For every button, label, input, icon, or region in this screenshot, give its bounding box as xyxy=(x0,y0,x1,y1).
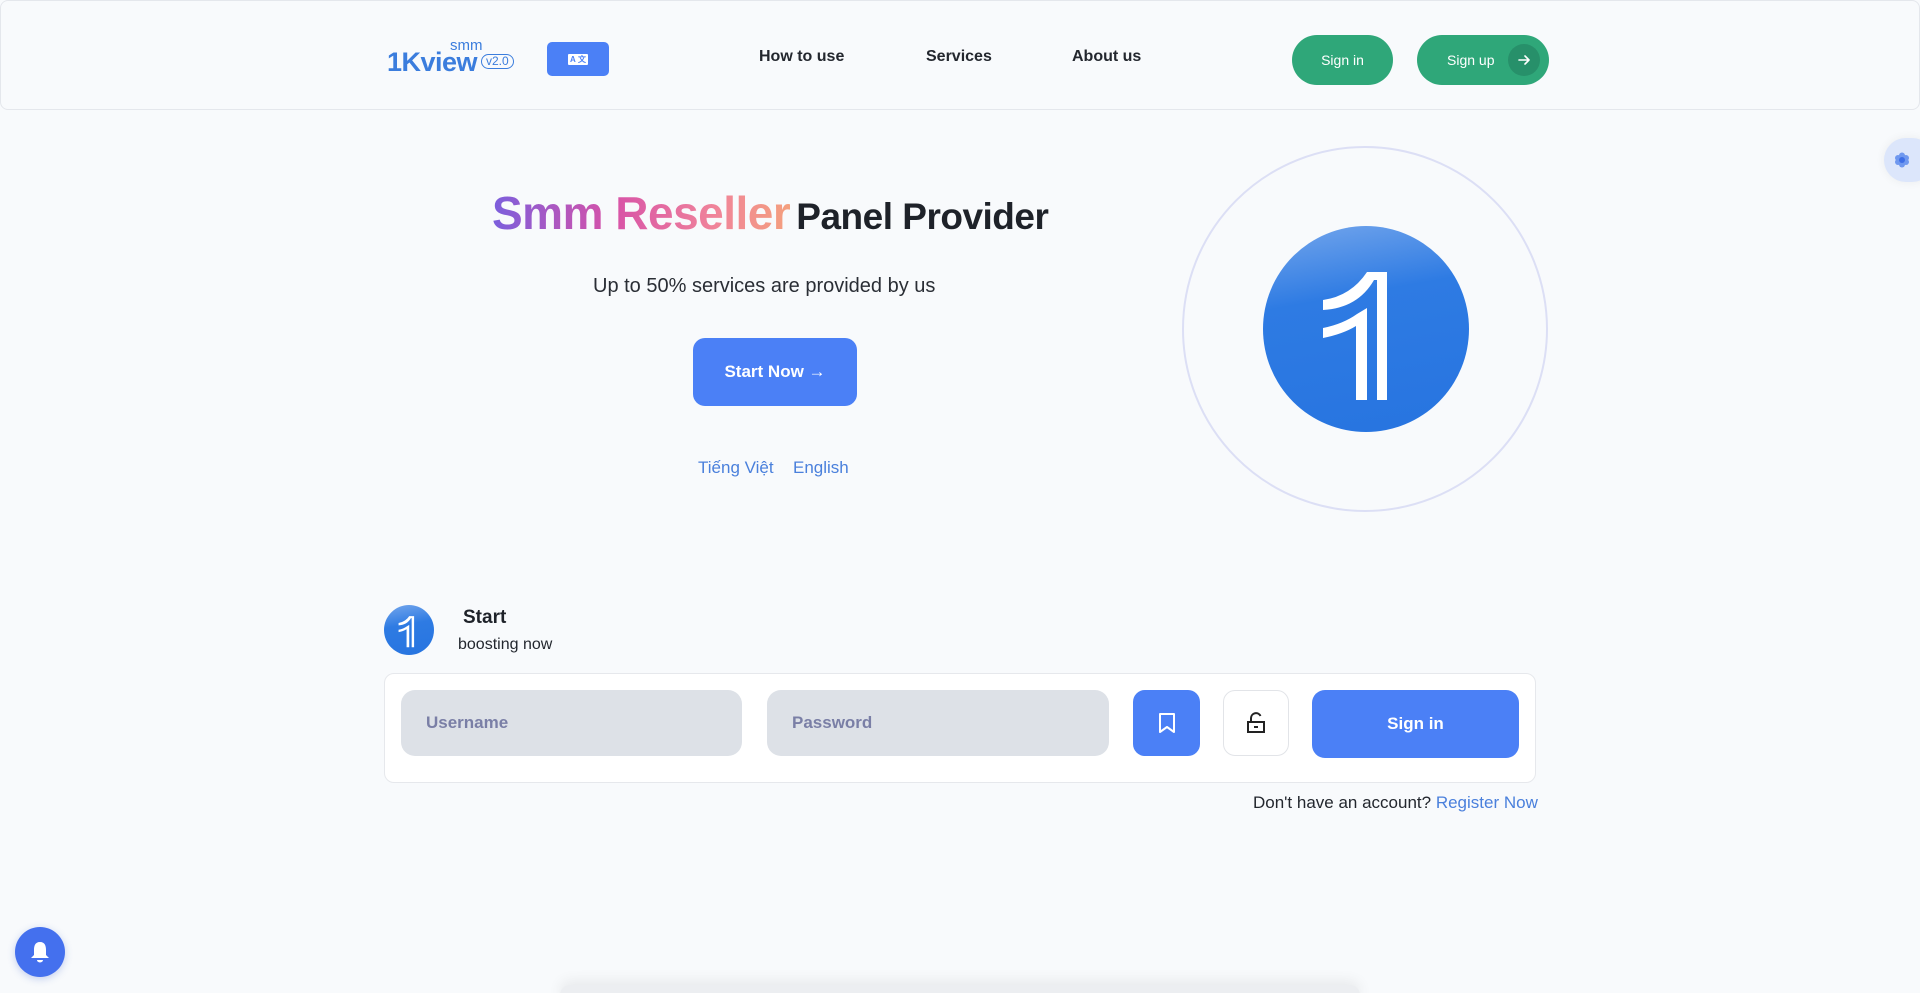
register-prompt-text: Don't have an account? xyxy=(1253,793,1432,812)
show-password-button[interactable] xyxy=(1223,690,1289,756)
bottom-panel-edge xyxy=(560,985,1360,993)
hero-subtitle: Up to 50% services are provided by us xyxy=(593,275,936,297)
one-digit-logo-icon xyxy=(398,616,415,648)
register-now-link[interactable]: Register Now xyxy=(1436,793,1538,812)
username-input[interactable] xyxy=(401,690,742,756)
header-sign-up-button[interactable]: Sign up xyxy=(1417,35,1549,85)
sign-up-label: Sign up xyxy=(1447,52,1495,68)
unlock-icon xyxy=(1247,712,1265,733)
hero-title-rest: Panel Provider xyxy=(796,196,1049,237)
translate-icon: A文 xyxy=(568,53,588,65)
site-logo[interactable]: 1Kview smm v2.0 xyxy=(387,37,527,77)
sign-in-button[interactable]: Sign in xyxy=(1312,690,1519,758)
login-logo xyxy=(384,605,434,655)
hero-logo xyxy=(1263,226,1469,432)
remember-me-button[interactable] xyxy=(1133,690,1200,756)
bell-icon xyxy=(31,942,49,963)
register-prompt: Don't have an account? Register Now xyxy=(1253,793,1538,813)
arrow-right-icon xyxy=(1508,44,1540,76)
login-title: Start xyxy=(463,607,507,628)
password-input[interactable] xyxy=(767,690,1109,756)
language-english-link[interactable]: English xyxy=(793,458,849,478)
language-vietnamese-link[interactable]: Tiếng Việt xyxy=(698,458,774,478)
settings-side-tab[interactable] xyxy=(1884,138,1920,182)
nav-about-us[interactable]: About us xyxy=(1072,48,1141,66)
start-now-button[interactable]: Start Now → xyxy=(693,338,857,406)
login-subtitle: boosting now xyxy=(458,636,553,653)
top-navbar: 1Kview smm v2.0 A文 How to use Services A… xyxy=(0,0,1920,110)
nav-how-to-use[interactable]: How to use xyxy=(759,48,844,66)
notification-button[interactable] xyxy=(15,927,65,977)
hero-title: Smm Reseller Panel Provider xyxy=(492,186,1049,240)
translate-button[interactable]: A文 xyxy=(547,42,609,76)
gear-icon xyxy=(1895,152,1909,168)
hero-title-highlight: Smm Reseller xyxy=(492,187,791,239)
one-digit-logo-icon xyxy=(1323,272,1387,400)
brand-sup: smm xyxy=(450,37,483,54)
bookmark-icon xyxy=(1158,713,1175,733)
login-form: Sign in xyxy=(384,673,1536,783)
nav-services[interactable]: Services xyxy=(926,48,992,66)
version-badge: v2.0 xyxy=(481,54,514,69)
header-sign-in-button[interactable]: Sign in xyxy=(1292,35,1393,85)
